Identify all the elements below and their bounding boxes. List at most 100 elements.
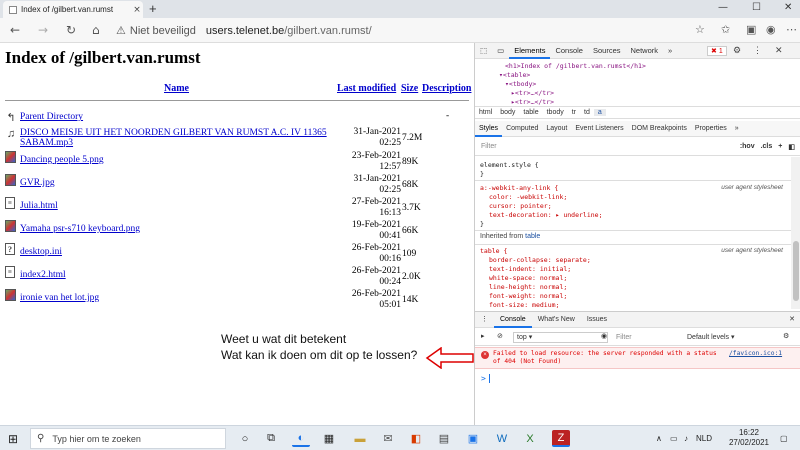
office-icon[interactable]: ◧: [407, 430, 425, 447]
taskbar-search[interactable]: ⚲ Typ hier om te zoeken: [30, 428, 226, 449]
css-property[interactable]: font-size: medium;: [489, 301, 559, 309]
css-property[interactable]: border-collapse: separate;: [489, 256, 591, 264]
breadcrumb-html[interactable]: html: [475, 109, 496, 116]
file-link[interactable]: index2.html: [20, 270, 340, 280]
class-toggle[interactable]: .cls: [761, 143, 773, 150]
language-indicator[interactable]: NLD: [696, 434, 712, 443]
task-view-icon[interactable]: ⧉: [262, 430, 280, 447]
hover-state-toggle[interactable]: :hov: [740, 143, 755, 150]
home-icon[interactable]: ⌂: [92, 23, 100, 37]
breadcrumb-body[interactable]: body: [496, 109, 519, 116]
tab-network[interactable]: Network: [626, 43, 664, 59]
notification-icon[interactable]: ▢: [780, 434, 788, 443]
file-link[interactable]: Yamaha psr-s710 keyboard.png: [20, 224, 340, 234]
warning-icon[interactable]: ⚠: [116, 24, 126, 37]
column-header-modified[interactable]: Last modified: [337, 83, 396, 94]
error-source-link[interactable]: /favicon.ico:1: [729, 350, 782, 357]
address-bar[interactable]: ⚠ Niet beveiligd users.telenet.be/gilber…: [116, 21, 686, 40]
back-arrow-icon[interactable]: ←: [10, 23, 20, 37]
log-levels-dropdown[interactable]: Default levels ▾: [687, 332, 757, 343]
tab-sources[interactable]: Sources: [588, 43, 626, 59]
security-label[interactable]: Niet beveiligd: [130, 25, 196, 37]
dom-node-tbody[interactable]: ▾<tbody>: [505, 80, 536, 88]
collections-icon[interactable]: ▣: [746, 23, 756, 36]
breadcrumb-table[interactable]: table: [519, 109, 542, 116]
more-tabs-button[interactable]: »: [663, 43, 677, 59]
column-header-name[interactable]: Name: [164, 83, 189, 94]
store-icon[interactable]: ▦: [320, 430, 338, 447]
file-link[interactable]: DISCO MEISJE UIT HET NOORDEN GILBERT VAN…: [20, 128, 340, 148]
close-devtools-icon[interactable]: ✕: [775, 45, 783, 56]
refresh-icon[interactable]: ↻: [66, 23, 76, 37]
file-link[interactable]: Julia.html: [20, 201, 340, 211]
column-header-size[interactable]: Size: [401, 83, 418, 94]
subtab-computed[interactable]: Computed: [502, 121, 542, 137]
css-selector[interactable]: table {: [480, 247, 507, 255]
favorite-star-icon[interactable]: ☆: [695, 23, 705, 36]
parent-directory-link[interactable]: Parent Directory: [20, 112, 340, 122]
console-prompt[interactable]: >: [481, 374, 486, 383]
css-property[interactable]: text-decoration: ▸ underline;: [489, 211, 603, 219]
network-icon[interactable]: ▭: [670, 434, 678, 443]
sidebar-toggle-icon[interactable]: ◧: [788, 143, 795, 151]
tab-close-icon[interactable]: ×: [131, 5, 143, 15]
drawer-tab-issues[interactable]: Issues: [581, 312, 613, 328]
sidebar-toggle-icon[interactable]: ▸: [481, 332, 485, 340]
breadcrumb-a[interactable]: a: [593, 109, 606, 116]
inherited-from-link[interactable]: table: [525, 233, 540, 240]
calculator-icon[interactable]: ▤: [435, 430, 453, 447]
element-style-rule[interactable]: element.style {: [480, 161, 539, 169]
subtab-layout[interactable]: Layout: [542, 121, 571, 137]
css-property[interactable]: cursor: pointer;: [489, 202, 552, 210]
volume-icon[interactable]: ♪: [684, 434, 688, 443]
css-property[interactable]: white-space: normal;: [489, 274, 567, 282]
subtab-styles[interactable]: Styles: [475, 121, 503, 137]
css-selector[interactable]: a:-webkit-any-link {: [480, 184, 558, 192]
windows-start-icon[interactable]: ⊞: [8, 432, 18, 446]
new-rule-icon[interactable]: +: [778, 143, 782, 150]
filezilla-icon[interactable]: Z: [552, 430, 570, 447]
more-menu-icon[interactable]: ⋯: [786, 23, 797, 36]
dom-node-table[interactable]: ▾<table>: [499, 71, 530, 79]
dom-node-tr[interactable]: ▸<tr>…</tr>: [511, 98, 554, 106]
file-link[interactable]: ironie van het lot.jpg: [20, 293, 340, 303]
settings-gear-icon[interactable]: ⚙: [733, 45, 741, 56]
subtab-dom-breakpoints[interactable]: DOM Breakpoints: [628, 121, 691, 137]
subtab-more[interactable]: »: [731, 121, 743, 137]
close-drawer-icon[interactable]: ✕: [783, 312, 800, 328]
forward-arrow-icon[interactable]: →: [38, 23, 48, 37]
file-link[interactable]: Dancing people 5.png: [20, 155, 340, 165]
url-host[interactable]: users.telenet.be: [206, 25, 284, 37]
css-property[interactable]: text-indent: initial;: [489, 265, 571, 273]
drawer-menu-icon[interactable]: ⋮: [475, 312, 494, 328]
file-link[interactable]: desktop.ini: [20, 247, 340, 257]
inspect-element-icon[interactable]: ⬚: [475, 43, 492, 59]
favorites-icon[interactable]: ✩: [721, 23, 730, 36]
mail-icon[interactable]: ✉: [379, 430, 397, 447]
dom-node-h1[interactable]: <h1>Index of /gilbert.van.rumst</h1>: [505, 62, 646, 70]
close-window-button[interactable]: ✕: [784, 2, 792, 13]
styles-filter-input[interactable]: Filter: [481, 143, 740, 150]
profile-icon[interactable]: ◉: [766, 23, 776, 36]
device-toolbar-icon[interactable]: ▭: [492, 43, 509, 59]
tab-elements[interactable]: Elements: [509, 43, 551, 59]
drawer-tab-whats-new[interactable]: What's New: [532, 312, 581, 328]
drawer-tab-console[interactable]: Console: [494, 312, 532, 328]
cortana-icon[interactable]: ○: [236, 430, 254, 447]
browser-tab[interactable]: Index of /gilbert.van.rumst ×: [3, 1, 143, 18]
breadcrumb-tbody[interactable]: tbody: [543, 109, 568, 116]
eye-icon[interactable]: ◉: [601, 332, 607, 340]
maximize-button[interactable]: ☐: [752, 2, 761, 13]
file-explorer-icon[interactable]: ▬: [351, 430, 369, 447]
error-count-badge[interactable]: ✖ 1: [707, 46, 727, 56]
tab-console[interactable]: Console: [550, 43, 588, 59]
console-settings-icon[interactable]: ⚙: [783, 332, 789, 340]
breadcrumb-td[interactable]: td: [580, 109, 594, 116]
subtab-event-listeners[interactable]: Event Listeners: [571, 121, 627, 137]
css-property[interactable]: color: -webkit-link;: [489, 193, 567, 201]
edge-icon[interactable]: ◐: [292, 430, 310, 447]
styles-scroll-thumb[interactable]: [793, 241, 799, 301]
console-filter-input[interactable]: Filter: [613, 332, 683, 343]
file-link[interactable]: GVR.jpg: [20, 178, 340, 188]
tray-chevron-icon[interactable]: ∧: [656, 434, 662, 443]
